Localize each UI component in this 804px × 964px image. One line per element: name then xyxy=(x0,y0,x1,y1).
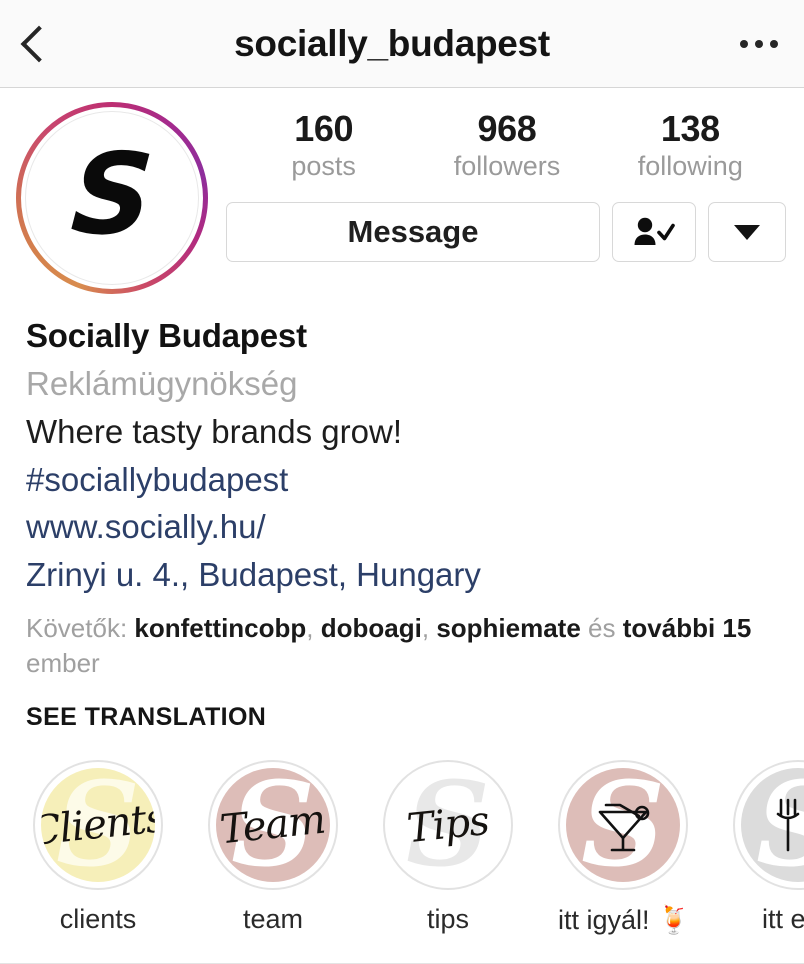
comma-separator: , xyxy=(306,613,314,644)
mutual-follower-2[interactable]: doboagi xyxy=(321,613,422,643)
followed-by-conjunction: és xyxy=(588,613,616,644)
highlight-label: tips xyxy=(426,904,470,935)
following-button[interactable] xyxy=(612,202,696,263)
back-button[interactable] xyxy=(0,0,70,88)
highlight-ring: S xyxy=(733,760,804,891)
followed-by-prefix: Követők: xyxy=(26,613,128,644)
see-translation-button[interactable]: SEE TRANSLATION xyxy=(26,703,266,732)
fork-knife-icon xyxy=(776,798,800,852)
message-button[interactable]: Message xyxy=(226,202,600,263)
followed-by-suffix: ember xyxy=(26,647,100,678)
followers-label: followers xyxy=(453,151,561,182)
chevron-left-icon xyxy=(20,25,58,62)
followed-by-text[interactable]: Követők: konfettincobp, doboagi, sophiem… xyxy=(26,611,778,680)
following-count: 138 xyxy=(660,108,720,149)
avatar-letter: S xyxy=(67,130,157,260)
chevron-down-icon xyxy=(734,224,760,240)
highlight-ring: S Clients xyxy=(33,760,163,891)
highlight-script-text: Tips xyxy=(405,798,491,853)
story-highlight-drink[interactable]: S itt igyál! 🍹 xyxy=(558,760,691,960)
page-title: socially_budapest xyxy=(234,22,550,64)
highlight-cover: S xyxy=(566,768,680,883)
story-highlights-row[interactable]: S Clients clients S Team team S Tips tip… xyxy=(0,760,804,960)
bio-description: Where tasty brands grow! xyxy=(26,412,402,450)
more-options-button[interactable] xyxy=(714,0,804,88)
highlight-cover: S Team xyxy=(216,768,330,883)
stats-row: 160 posts 968 followers 138 following xyxy=(226,108,788,184)
posts-count: 160 xyxy=(294,108,354,149)
profile-stats-and-actions: 160 posts 968 followers 138 following Me… xyxy=(208,102,788,294)
bio-hashtag-link[interactable]: #sociallybudapest xyxy=(26,456,778,504)
highlight-label: itt igyál! 🍹 xyxy=(558,905,691,936)
profile-category: Reklámügynökség xyxy=(26,364,298,402)
posts-label: posts xyxy=(291,151,356,182)
highlight-ring: S xyxy=(558,760,688,891)
highlight-label: clients xyxy=(59,904,137,935)
bio-section: Socially Budapest Reklámügynökség Where … xyxy=(0,294,804,732)
highlight-cover: S xyxy=(741,768,804,883)
following-label: following xyxy=(637,151,743,182)
mutual-follower-1[interactable]: konfettincobp xyxy=(134,613,306,643)
highlight-label: team xyxy=(242,904,304,935)
avatar[interactable]: S xyxy=(16,102,208,294)
followed-by-more-count[interactable]: további 15 xyxy=(623,613,752,643)
more-options-icon xyxy=(740,39,748,48)
highlight-ring: S Team xyxy=(208,760,338,891)
stat-following[interactable]: 138 following xyxy=(599,108,782,184)
story-highlight-tips[interactable]: S Tips tips xyxy=(383,760,513,960)
story-highlight-eat[interactable]: S itt egy xyxy=(733,760,804,960)
more-options-icon xyxy=(755,39,763,48)
cocktail-icon xyxy=(598,803,650,852)
highlight-ring: S Tips xyxy=(383,760,513,891)
story-highlight-clients[interactable]: S Clients clients xyxy=(33,760,163,960)
stat-followers[interactable]: 968 followers xyxy=(415,108,598,184)
bio-address-link[interactable]: Zrinyi u. 4., Budapest, Hungary xyxy=(26,551,778,599)
more-options-icon xyxy=(770,39,778,48)
highlight-label: itt egy xyxy=(761,904,804,935)
highlight-cover: S Clients xyxy=(41,768,155,883)
profile-action-buttons: Message xyxy=(226,202,788,263)
comma-separator: , xyxy=(421,613,430,644)
mutual-follower-3[interactable]: sophiemate xyxy=(436,613,581,643)
app-header: socially_budapest xyxy=(0,0,804,88)
followers-count: 968 xyxy=(477,108,537,149)
profile-dropdown-button[interactable] xyxy=(708,202,786,263)
person-check-icon xyxy=(634,217,675,246)
stat-posts[interactable]: 160 posts xyxy=(232,108,415,184)
avatar-image: S xyxy=(25,111,199,285)
bio-website-link[interactable]: www.socially.hu/ xyxy=(26,503,778,551)
instagram-profile-screen: socially_budapest S 160 posts 968 follow… xyxy=(0,0,804,964)
profile-header-section: S 160 posts 968 followers 138 following xyxy=(0,88,804,294)
profile-display-name: Socially Budapest xyxy=(26,317,307,354)
story-highlight-team[interactable]: S Team team xyxy=(208,760,338,960)
highlight-cover: S Tips xyxy=(391,768,505,883)
